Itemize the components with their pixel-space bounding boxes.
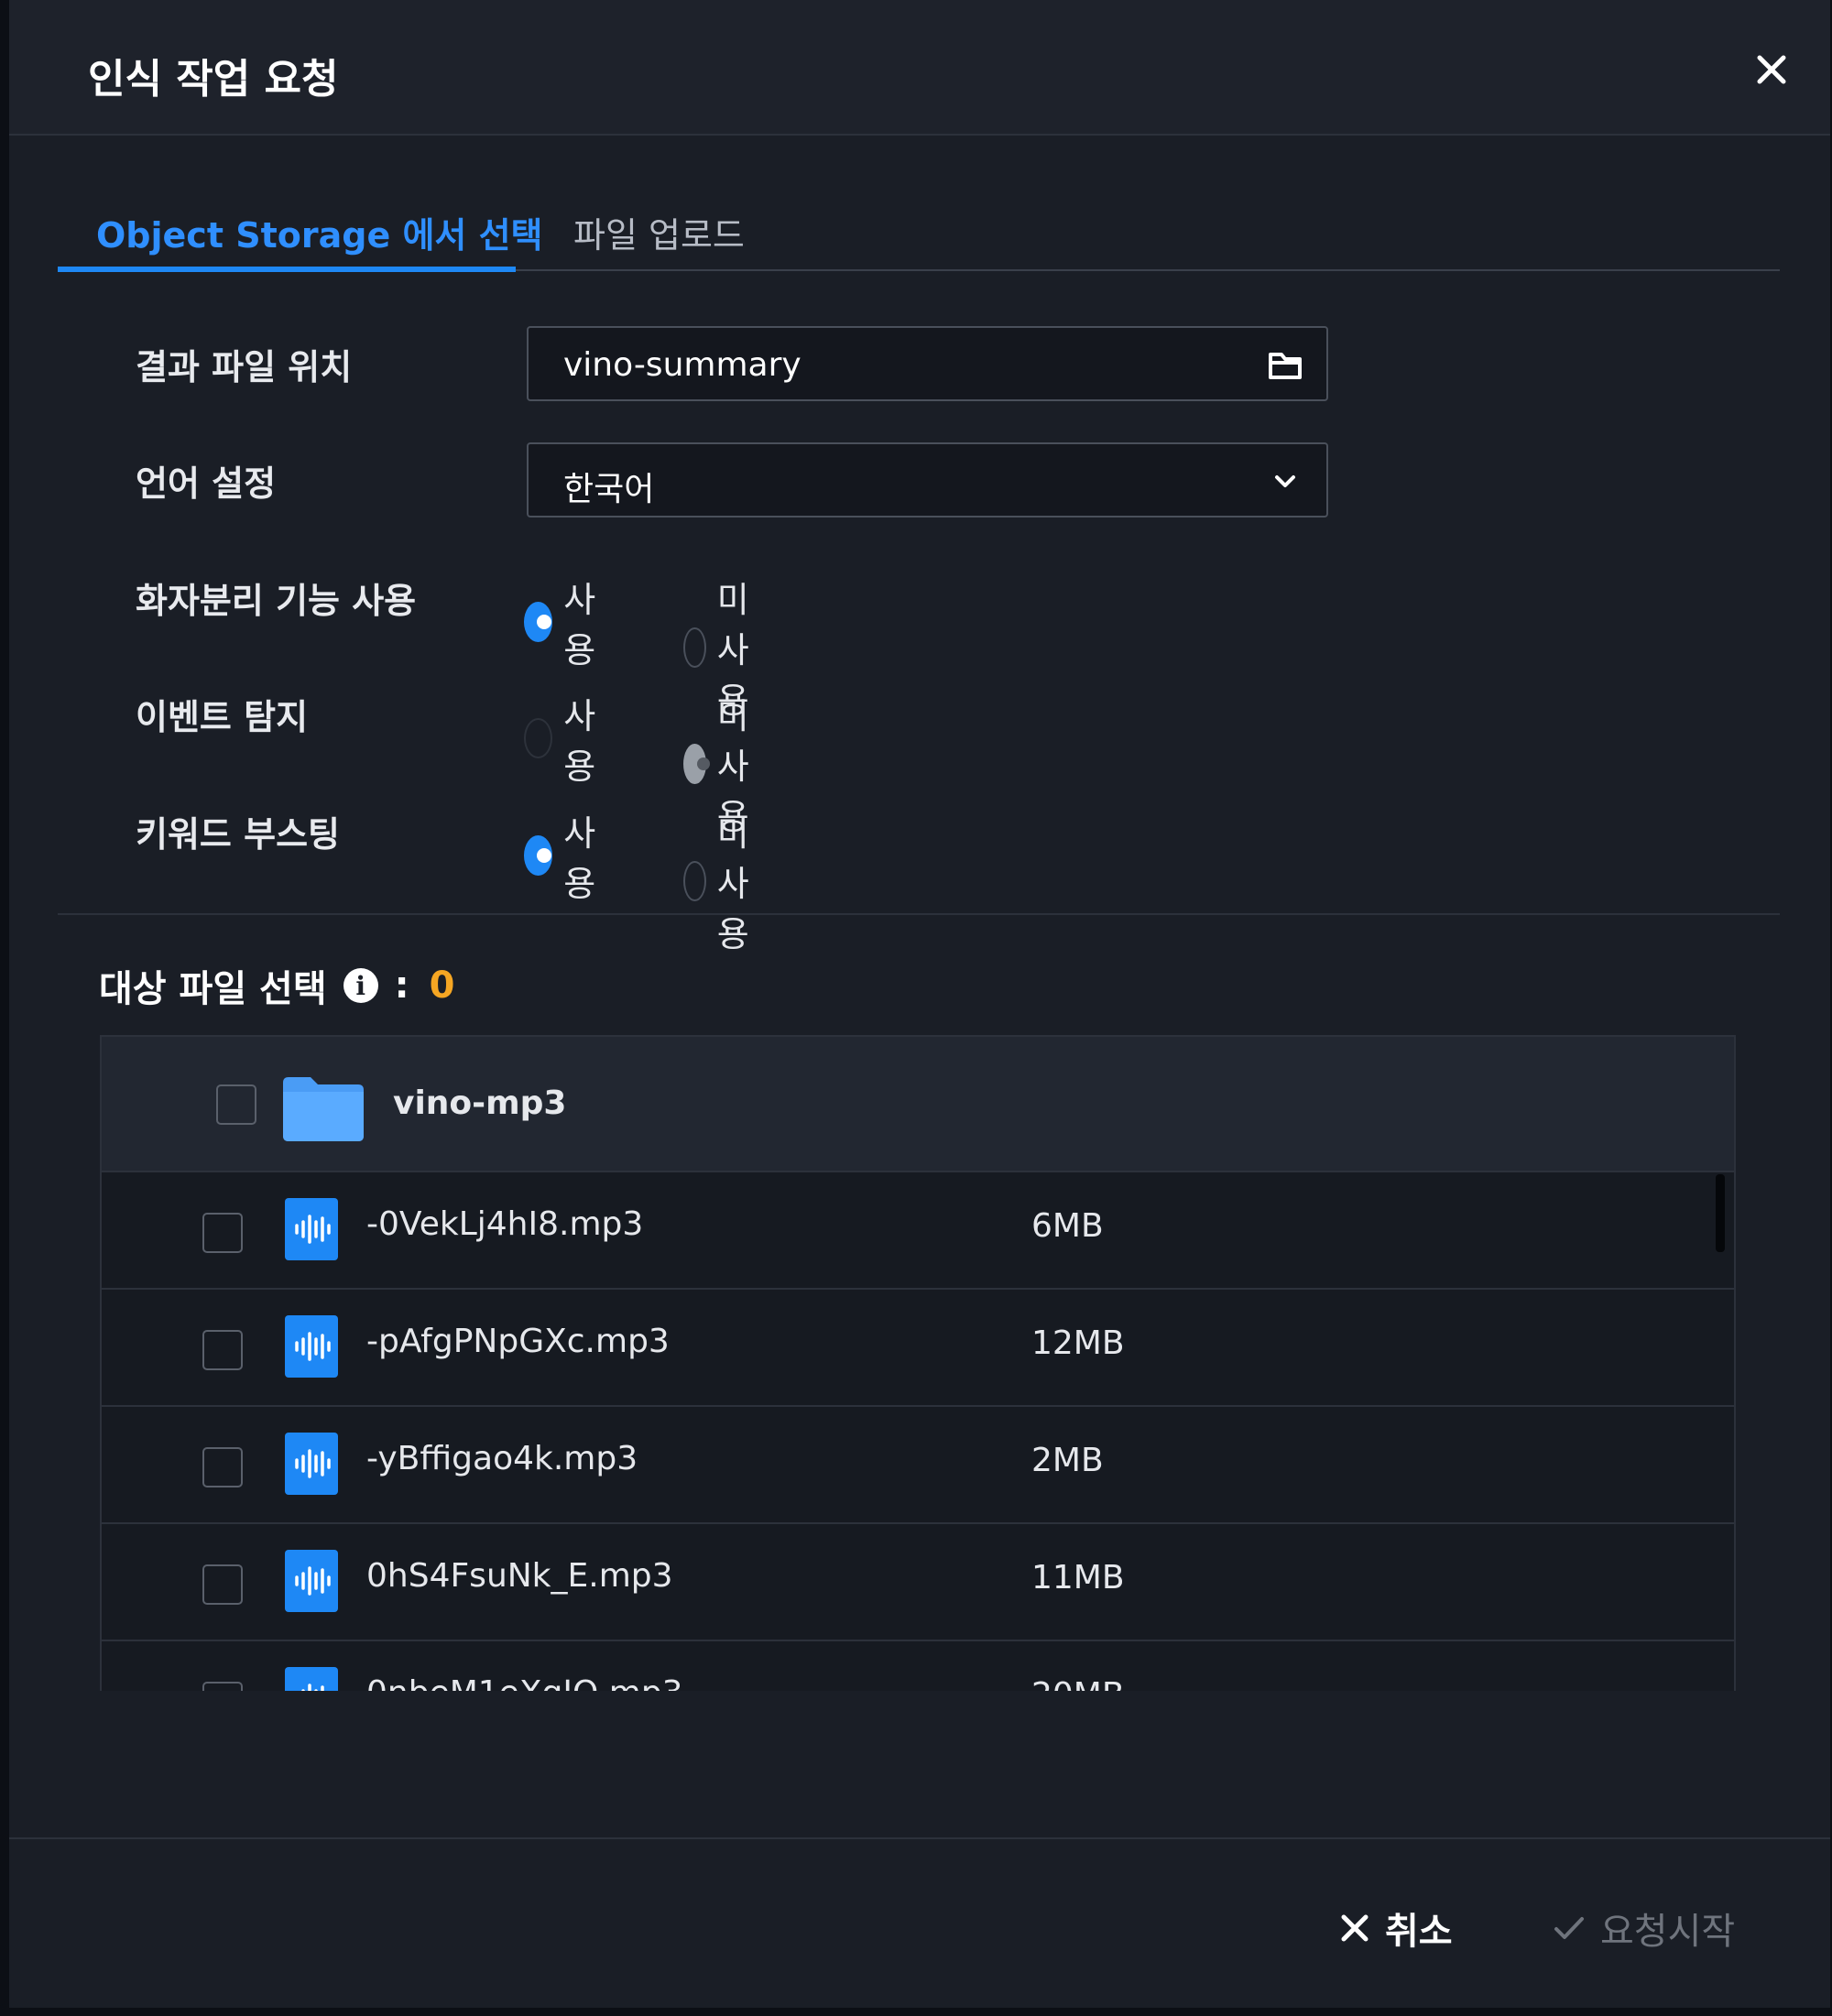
folder-outline-icon[interactable] bbox=[1266, 346, 1304, 385]
tab-object-storage[interactable]: Object Storage 에서 선택 bbox=[96, 207, 543, 257]
file-name: 0nbeM1eXgJQ.mp3 bbox=[366, 1674, 683, 1691]
file-row[interactable]: -pAfgPNpGXc.mp3 12MB bbox=[102, 1290, 1734, 1407]
audio-file-icon bbox=[285, 1198, 338, 1260]
folder-name: vino-mp3 bbox=[393, 1084, 567, 1122]
file-size: 2MB bbox=[1031, 1442, 1104, 1479]
file-list: vino-mp3 -0VekLj4hI8.mp3 6MB -pAfgPNpGXc… bbox=[100, 1035, 1736, 1691]
close-icon bbox=[1341, 1914, 1369, 1942]
audio-file-icon bbox=[285, 1315, 338, 1378]
file-size: 20MB bbox=[1031, 1676, 1125, 1691]
file-size: 11MB bbox=[1031, 1559, 1125, 1596]
radio-label: 사용 bbox=[563, 580, 596, 670]
info-icon[interactable]: i bbox=[343, 968, 378, 1003]
radio-label: 사용 bbox=[563, 813, 596, 904]
event-detection-use-radio[interactable]: 사용 bbox=[524, 688, 607, 789]
tab-bar: Object Storage 에서 선택 파일 업로드 bbox=[58, 191, 1780, 272]
result-location-label: 결과 파일 위치 bbox=[136, 347, 353, 387]
file-row[interactable]: 0hS4FsuNk_E.mp3 11MB bbox=[102, 1524, 1734, 1641]
dialog-header: 인식 작업 요청 bbox=[9, 0, 1830, 136]
radio-circle bbox=[524, 835, 553, 876]
folder-row[interactable]: vino-mp3 bbox=[102, 1037, 1734, 1172]
language-select[interactable]: 한국어 bbox=[527, 442, 1328, 518]
result-location-value: vino-summary bbox=[563, 346, 802, 384]
file-name: -0VekLj4hI8.mp3 bbox=[366, 1205, 644, 1243]
file-row[interactable]: -yBffigao4k.mp3 2MB bbox=[102, 1407, 1734, 1524]
diarization-use-radio[interactable]: 사용 bbox=[524, 572, 607, 672]
file-row[interactable]: 0nbeM1eXgJQ.mp3 20MB bbox=[102, 1641, 1734, 1691]
radio-label: 사용 bbox=[563, 696, 596, 787]
active-tab-indicator bbox=[58, 267, 516, 272]
file-checkbox[interactable] bbox=[202, 1447, 243, 1487]
start-request-label: 요청시작 bbox=[1600, 1911, 1736, 1953]
language-value: 한국어 bbox=[563, 471, 655, 508]
file-checkbox[interactable] bbox=[202, 1682, 243, 1691]
file-name: -yBffigao4k.mp3 bbox=[366, 1440, 638, 1477]
file-select-title: 대상 파일 선택 bbox=[99, 968, 327, 1010]
chevron-down-icon bbox=[1275, 475, 1295, 487]
radio-circle bbox=[524, 602, 553, 642]
file-size: 6MB bbox=[1031, 1207, 1104, 1245]
audio-file-icon bbox=[285, 1550, 338, 1612]
dialog-footer: 취소 요청시작 bbox=[9, 1837, 1830, 2008]
file-checkbox[interactable] bbox=[202, 1213, 243, 1253]
folder-icon bbox=[283, 1077, 364, 1141]
file-name: 0hS4FsuNk_E.mp3 bbox=[366, 1557, 673, 1595]
keyword-boosting-use-radio[interactable]: 사용 bbox=[524, 805, 607, 906]
radio-circle bbox=[524, 718, 553, 758]
cancel-label: 취소 bbox=[1385, 1911, 1453, 1953]
check-icon bbox=[1554, 1917, 1584, 1939]
keyword-boosting-unuse-radio[interactable]: 미사용 bbox=[683, 805, 767, 956]
audio-file-icon bbox=[285, 1667, 338, 1691]
folder-checkbox[interactable] bbox=[216, 1084, 256, 1125]
language-label: 언어 설정 bbox=[136, 463, 277, 504]
dialog-title: 인식 작업 요청 bbox=[88, 56, 339, 103]
keyword-boosting-label: 키워드 부스팅 bbox=[136, 814, 340, 855]
close-icon bbox=[1757, 55, 1786, 84]
diarization-label: 화자분리 기능 사용 bbox=[136, 581, 417, 621]
recognition-request-dialog: 인식 작업 요청 Object Storage 에서 선택 파일 업로드 결과 … bbox=[9, 0, 1830, 2008]
file-checkbox[interactable] bbox=[202, 1564, 243, 1605]
separator: : bbox=[394, 964, 409, 1007]
selected-count: 0 bbox=[429, 964, 455, 1007]
radio-circle bbox=[683, 860, 706, 901]
file-row[interactable]: -0VekLj4hI8.mp3 6MB bbox=[102, 1172, 1734, 1290]
radio-label: 미사용 bbox=[716, 813, 749, 954]
section-divider bbox=[58, 913, 1780, 915]
scrollbar[interactable] bbox=[1716, 1174, 1725, 1252]
tab-file-upload[interactable]: 파일 업로드 bbox=[573, 207, 745, 257]
radio-circle bbox=[683, 743, 710, 784]
event-detection-label: 이벤트 탐지 bbox=[136, 697, 309, 737]
file-size: 12MB bbox=[1031, 1324, 1125, 1362]
file-checkbox[interactable] bbox=[202, 1330, 243, 1370]
start-request-button[interactable]: 요청시작 bbox=[1553, 1902, 1735, 1955]
cancel-button[interactable]: 취소 bbox=[1339, 1902, 1453, 1955]
audio-file-icon bbox=[285, 1433, 338, 1495]
radio-circle bbox=[683, 627, 706, 668]
file-name: -pAfgPNpGXc.mp3 bbox=[366, 1323, 670, 1360]
close-button[interactable] bbox=[1746, 44, 1797, 95]
result-location-field[interactable]: vino-summary bbox=[527, 326, 1328, 401]
file-select-heading: 대상 파일 선택 i : 0 bbox=[99, 960, 455, 1011]
